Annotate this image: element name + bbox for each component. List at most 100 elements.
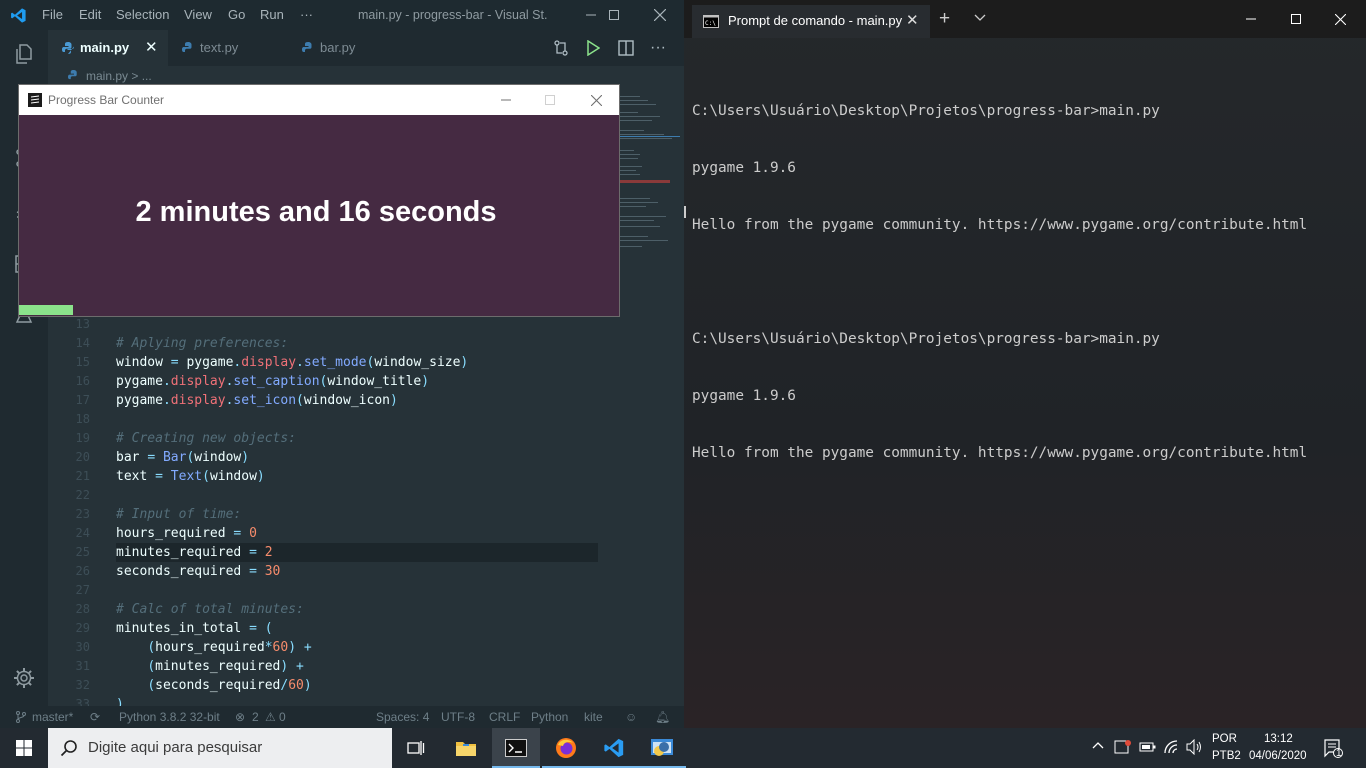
vscode-close-button[interactable]	[637, 0, 683, 30]
pygame-titlebar[interactable]: Progress Bar Counter	[19, 85, 619, 115]
kite-status[interactable]: kite	[584, 706, 603, 728]
encoding[interactable]: UTF-8	[441, 706, 475, 728]
terminal-maximize-button[interactable]	[1273, 0, 1319, 38]
code-line[interactable]: 22	[48, 486, 608, 505]
menu-view[interactable]: View	[184, 0, 212, 30]
menu-go[interactable]: Go	[228, 0, 245, 30]
file-explorer-app[interactable]	[442, 728, 490, 768]
show-hidden-icons-chevron-icon[interactable]	[1092, 740, 1104, 750]
code-line[interactable]: 27	[48, 581, 608, 600]
code-line[interactable]: 20 bar = Bar(window)	[48, 448, 608, 467]
open-changes-icon[interactable]	[552, 39, 570, 57]
menu-selection[interactable]: Selection	[116, 0, 169, 30]
pygame-window: Progress Bar Counter 2 minutes and 16 se…	[19, 85, 619, 316]
tray-app-icon[interactable]	[1114, 739, 1132, 755]
volume-icon[interactable]	[1186, 739, 1204, 755]
line-number: 27	[75, 583, 90, 597]
progress-bar-fill	[19, 305, 73, 315]
code-line[interactable]: 29 minutes_in_total = (	[48, 619, 608, 638]
code-line[interactable]: 21 text = Text(window)	[48, 467, 608, 486]
run-icon[interactable]	[586, 40, 600, 56]
clock-date[interactable]: 04/06/2020	[1249, 750, 1307, 762]
terminal-tabbar: C:\ Prompt de comando - main.py ✕ +	[684, 0, 1366, 38]
tab-bar-py[interactable]: bar.py	[286, 30, 404, 66]
line-number: 17	[75, 393, 90, 407]
end-of-line[interactable]: CRLF	[489, 706, 520, 728]
code-text: minutes_required = 2	[116, 545, 273, 560]
taskbar-search-box[interactable]: Digite aqui para pesquisar	[48, 728, 392, 768]
python-file-icon	[302, 42, 314, 54]
pygame-app-icon	[28, 93, 42, 107]
code-line[interactable]: 28 # Calc of total minutes:	[48, 600, 608, 619]
code-line[interactable]: 32 (seconds_required/60)	[48, 676, 608, 695]
code-line[interactable]: 19 # Creating new objects:	[48, 429, 608, 448]
line-number: 26	[75, 564, 90, 578]
wifi-icon[interactable]	[1164, 740, 1180, 754]
clock-time[interactable]: 13:12	[1264, 733, 1293, 745]
pygame-close-button[interactable]	[573, 85, 619, 115]
terminal-minimize-button[interactable]	[1228, 0, 1274, 38]
menu-edit[interactable]: Edit	[79, 0, 101, 30]
tab-close-icon[interactable]: ✕	[145, 30, 158, 66]
menu-file[interactable]: File	[42, 0, 63, 30]
code-line[interactable]: 15 window = pygame.display.set_mode(windo…	[48, 353, 608, 372]
code-text: pygame.display.set_icon(window_icon)	[116, 393, 398, 408]
code-line[interactable]: 14 # Aplying preferences:	[48, 334, 608, 353]
problems-warnings[interactable]: 0	[279, 706, 286, 728]
code-line[interactable]: 17 pygame.display.set_icon(window_icon)	[48, 391, 608, 410]
code-line[interactable]: 24 hours_required = 0	[48, 524, 608, 543]
code-line[interactable]: 18	[48, 410, 608, 429]
menu-more[interactable]: ···	[300, 0, 313, 30]
breadcrumb-text[interactable]: main.py > ...	[86, 66, 152, 86]
keyboard-layout[interactable]: PTB2	[1212, 750, 1241, 762]
start-button[interactable]	[0, 728, 48, 768]
split-editor-icon[interactable]	[618, 40, 634, 56]
task-view-button[interactable]	[392, 728, 440, 768]
tab-main-py[interactable]: main.py ✕	[48, 30, 168, 66]
terminal-close-button[interactable]	[1317, 0, 1363, 38]
code-line[interactable]: 13	[48, 315, 608, 334]
code-line[interactable]: 25 minutes_required = 2	[48, 543, 608, 562]
pygame-maximize-button[interactable]	[527, 85, 573, 115]
python-app[interactable]	[638, 728, 686, 768]
problems-errors[interactable]: 2	[252, 706, 259, 728]
notifications-bell-icon[interactable]: 🔔︎	[655, 706, 670, 728]
code-line[interactable]: 26 seconds_required = 30	[48, 562, 608, 581]
terminal-app[interactable]	[492, 728, 540, 768]
new-tab-plus-icon[interactable]: +	[939, 8, 950, 30]
more-actions-icon[interactable]: ···	[650, 39, 666, 57]
language-mode[interactable]: Python	[531, 706, 568, 728]
tab-text-py[interactable]: text.py	[168, 30, 286, 66]
sync-icon[interactable]: ⟳	[90, 706, 100, 728]
terminal-tab-close-icon[interactable]: ✕	[906, 11, 919, 29]
code-text: # Creating new objects:	[116, 431, 297, 446]
code-line[interactable]: 23 # Input of time:	[48, 505, 608, 524]
vscode-maximize-button[interactable]	[591, 0, 637, 30]
code-line[interactable]: 16 pygame.display.set_caption(window_titl…	[48, 372, 608, 391]
terminal-output[interactable]: C:\Users\Usuário\Desktop\Projetos\progre…	[692, 64, 1307, 501]
code-text: pygame.display.set_caption(window_title)	[116, 374, 430, 389]
vscode-logo-icon	[10, 7, 27, 24]
tab-dropdown-chevron-icon[interactable]	[974, 14, 986, 22]
line-number: 30	[75, 640, 90, 654]
code-line[interactable]: 31 (minutes_required) +	[48, 657, 608, 676]
vscode-app[interactable]	[590, 728, 638, 768]
battery-icon[interactable]	[1139, 740, 1157, 754]
pygame-minimize-button[interactable]	[483, 85, 529, 115]
minimap[interactable]	[618, 86, 680, 276]
menu-run[interactable]: Run	[260, 0, 284, 30]
tab-main-py-label: main.py	[80, 40, 130, 55]
git-branch[interactable]: master*	[32, 706, 73, 728]
vscode-titlebar: File Edit Selection View Go Run ··· main…	[0, 0, 684, 30]
problems-warning-icon: ⚠	[265, 710, 276, 724]
python-interpreter[interactable]: Python 3.8.2 32-bit	[119, 706, 220, 728]
terminal-line: pygame 1.9.6	[692, 388, 796, 404]
explorer-icon[interactable]	[12, 42, 36, 66]
indentation[interactable]: Spaces: 4	[376, 706, 429, 728]
firefox-app[interactable]	[542, 728, 590, 768]
input-language[interactable]: POR	[1212, 733, 1237, 745]
feedback-icon[interactable]: ☺	[625, 706, 637, 728]
code-line[interactable]: 30 (hours_required*60) +	[48, 638, 608, 657]
settings-gear-icon[interactable]	[12, 666, 36, 690]
terminal-tab[interactable]: C:\ Prompt de comando - main.py ✕	[692, 5, 930, 38]
